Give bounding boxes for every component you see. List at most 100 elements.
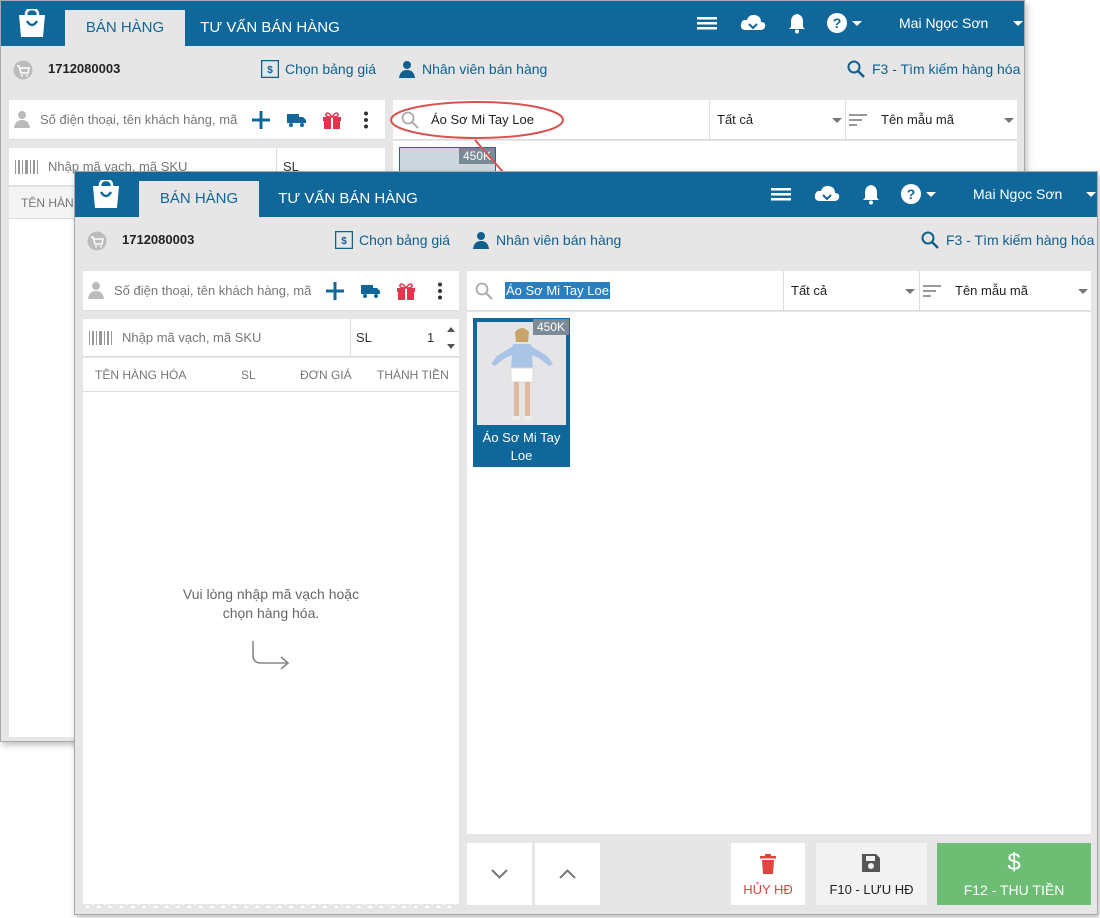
barcode-icon xyxy=(89,331,112,345)
search-icon xyxy=(475,282,493,300)
column-header-product: TÊN HÀN xyxy=(21,196,74,210)
bell-icon[interactable] xyxy=(862,183,880,205)
help-icon[interactable]: ? xyxy=(900,183,922,205)
sort-caret-icon[interactable] xyxy=(1004,118,1014,123)
checkout-label: F12 - THU TIỀN xyxy=(963,882,1065,898)
category-select-back[interactable]: Tất cả xyxy=(717,112,753,127)
product-price-badge: 450K xyxy=(532,319,569,335)
user-caret-icon[interactable] xyxy=(1086,192,1096,197)
price-list-button[interactable]: Chọn bảng giá xyxy=(285,46,376,92)
order-bar: 1712080003 $ Chọn bảng giá Nhân viên bán… xyxy=(75,217,1097,263)
scroll-up-button[interactable] xyxy=(535,843,600,905)
sort-select[interactable]: Tên mẫu mã xyxy=(955,283,1028,298)
sort-caret-icon[interactable] xyxy=(1078,289,1088,294)
main-window: BÁN HÀNG TƯ VẤN BÁN HÀNG ? Mai Ngọc Sơn … xyxy=(74,171,1098,915)
product-search-shortcut[interactable]: F3 - Tìm kiếm hàng hóa xyxy=(946,217,1094,263)
tab-sales[interactable]: BÁN HÀNG xyxy=(139,181,259,217)
category-caret-icon[interactable] xyxy=(832,118,842,123)
sales-staff-button[interactable]: Nhân viên bán hàng xyxy=(422,46,547,92)
product-image xyxy=(477,322,566,425)
customer-search-input[interactable]: Số điện thoại, tên khách hàng, mã xyxy=(114,283,319,298)
cancel-invoice-button[interactable]: HỦY HĐ xyxy=(731,843,805,905)
person-icon xyxy=(14,111,30,128)
qty-input[interactable]: 1 xyxy=(427,330,434,345)
more-options-icon[interactable] xyxy=(363,111,369,129)
arrow-turn-right-icon xyxy=(252,641,290,670)
cart-icon xyxy=(87,231,107,251)
more-options-icon[interactable] xyxy=(437,282,443,300)
qty-decrease-icon[interactable] xyxy=(447,344,455,349)
product-search-shortcut[interactable]: F3 - Tìm kiếm hàng hóa xyxy=(872,46,1020,92)
help-caret-icon[interactable] xyxy=(852,21,862,26)
column-header-qty: SL xyxy=(241,368,256,382)
cart-empty-message: Vui lòng nhập mã vạch hoặc chọn hàng hóa… xyxy=(83,585,459,623)
menu-icon[interactable] xyxy=(697,12,717,34)
user-caret-icon[interactable] xyxy=(1013,21,1023,26)
gift-icon[interactable] xyxy=(396,282,416,300)
chevron-down-icon xyxy=(491,869,508,879)
chevron-up-icon xyxy=(559,869,576,879)
help-caret-icon[interactable] xyxy=(926,192,936,197)
scroll-down-button[interactable] xyxy=(467,843,532,905)
model-figure-icon xyxy=(477,322,566,425)
divider xyxy=(783,271,784,311)
gift-icon[interactable] xyxy=(322,111,342,129)
bell-icon[interactable] xyxy=(788,12,806,34)
divider xyxy=(845,100,846,140)
product-grid: 450K Áo Sơ Mi Tay Loe xyxy=(467,312,1091,834)
svg-text:?: ? xyxy=(907,186,916,202)
add-customer-icon[interactable] xyxy=(326,282,344,300)
price-list-button[interactable]: Chọn bảng giá xyxy=(359,217,450,263)
menu-icon[interactable] xyxy=(771,183,791,205)
barcode-input[interactable]: Nhập mã vạch, mã SKU xyxy=(122,330,342,345)
top-bar: BÁN HÀNG TƯ VẤN BÁN HÀNG ? Mai Ngọc Sơn xyxy=(1,1,1024,46)
price-list-icon[interactable]: $ xyxy=(261,60,279,78)
sort-icon[interactable] xyxy=(923,284,941,298)
dollar-icon: $ xyxy=(1007,849,1021,876)
tab-sales[interactable]: BÁN HÀNG xyxy=(65,10,185,46)
barcode-row: Nhập mã vạch, mã SKU SL 1 xyxy=(83,319,459,357)
product-search-input[interactable]: Áo Sơ Mi Tay Loe xyxy=(505,282,610,299)
user-name[interactable]: Mai Ngọc Sơn xyxy=(973,172,1062,217)
price-list-icon[interactable]: $ xyxy=(335,231,353,249)
tab-sales-consulting[interactable]: TƯ VẤN BÁN HÀNG xyxy=(263,181,433,217)
order-id: 1712080003 xyxy=(122,232,195,247)
tab-sales-consulting[interactable]: TƯ VẤN BÁN HÀNG xyxy=(185,10,355,46)
svg-text:$: $ xyxy=(267,65,273,76)
user-name[interactable]: Mai Ngọc Sơn xyxy=(899,1,988,46)
svg-text:$: $ xyxy=(341,236,347,247)
column-header-unit-price: ĐƠN GIÁ xyxy=(300,368,352,382)
sort-select-back[interactable]: Tên mẫu mã xyxy=(881,112,954,127)
order-bar: 1712080003 $ Chọn bảng giá Nhân viên bán… xyxy=(1,46,1024,92)
add-customer-icon[interactable] xyxy=(252,111,270,129)
order-id: 1712080003 xyxy=(48,61,121,76)
help-icon[interactable]: ? xyxy=(826,12,848,34)
sales-staff-button[interactable]: Nhân viên bán hàng xyxy=(496,217,621,263)
customer-search-input[interactable]: Số điện thoại, tên khách hàng, mã xyxy=(40,112,245,127)
floppy-disk-icon xyxy=(862,854,880,872)
customer-search-row: Số điện thoại, tên khách hàng, mã xyxy=(83,271,459,311)
cart-table: TÊN HÀNG HÓA SL ĐƠN GIÁ THÀNH TIỀN Vui l… xyxy=(83,358,459,908)
category-caret-icon[interactable] xyxy=(905,289,915,294)
delivery-truck-icon[interactable] xyxy=(287,112,307,128)
shop-logo-icon xyxy=(19,9,45,37)
delivery-truck-icon[interactable] xyxy=(361,283,381,299)
receipt-edge xyxy=(83,904,459,912)
cloud-sync-icon[interactable] xyxy=(814,183,840,205)
cloud-sync-icon[interactable] xyxy=(740,12,766,34)
qty-increase-icon[interactable] xyxy=(447,327,455,332)
trash-icon xyxy=(760,854,776,874)
category-select[interactable]: Tất cả xyxy=(791,283,827,298)
divider xyxy=(350,319,351,357)
product-card[interactable]: 450K Áo Sơ Mi Tay Loe xyxy=(473,318,570,467)
checkout-button[interactable]: $ F12 - THU TIỀN xyxy=(937,843,1091,905)
search-icon[interactable] xyxy=(847,60,865,78)
save-invoice-button[interactable]: F10 - LƯU HĐ xyxy=(816,843,927,905)
barcode-icon xyxy=(15,160,38,174)
search-icon[interactable] xyxy=(921,231,939,249)
product-name-line2: Loe xyxy=(510,448,533,463)
sales-staff-icon[interactable] xyxy=(472,231,490,249)
sort-icon[interactable] xyxy=(849,113,867,127)
sales-staff-icon[interactable] xyxy=(398,60,416,78)
customer-search-row: Số điện thoại, tên khách hàng, mã xyxy=(9,100,385,140)
